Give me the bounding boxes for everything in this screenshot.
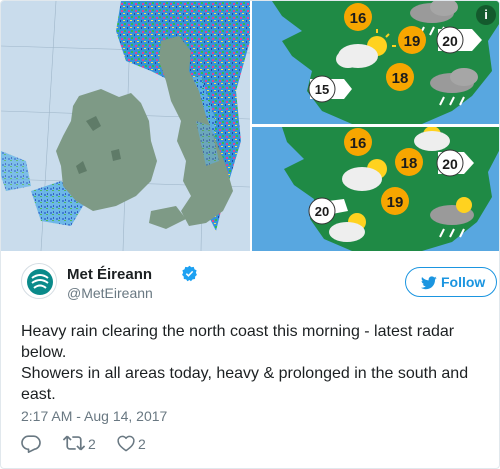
temperature-badge: 19 — [381, 187, 409, 215]
temperature-badge: 16 — [344, 3, 372, 31]
tweet-media[interactable]: 16 19 20 18 15 16 18 20 19 20 i — [1, 1, 500, 251]
like-button[interactable]: 2 — [117, 433, 157, 455]
tweet-card: 16 19 20 18 15 16 18 20 19 20 i Met Éire… — [0, 0, 500, 469]
forecast-map-image[interactable]: 16 19 20 18 15 — [252, 1, 500, 124]
author-handle[interactable]: @MetEireann — [67, 285, 153, 301]
tweet-text-line: Showers in all areas today, heavy & prol… — [21, 365, 469, 403]
svg-text:19: 19 — [387, 194, 404, 211]
like-count: 2 — [138, 436, 146, 452]
follow-button[interactable]: Follow — [405, 267, 497, 297]
tweet-header: Met Éireann @MetEireann Follow — [21, 263, 497, 303]
info-icon[interactable]: i — [476, 5, 496, 25]
svg-text:16: 16 — [350, 10, 367, 27]
reply-icon — [21, 435, 41, 453]
tweet-text: Heavy rain clearing the north coast this… — [21, 321, 483, 405]
temperature-badge: 19 — [398, 26, 426, 54]
author-name[interactable]: Met Éireann — [67, 266, 152, 283]
retweet-icon — [63, 435, 85, 451]
svg-text:16: 16 — [350, 135, 367, 152]
svg-text:20: 20 — [442, 156, 458, 172]
svg-text:19: 19 — [404, 33, 421, 50]
retweet-count: 2 — [88, 436, 96, 452]
forecast-map-image[interactable]: 16 18 20 19 20 — [252, 127, 500, 251]
temperature-badge: 16 — [344, 128, 372, 156]
avatar[interactable] — [21, 263, 57, 299]
svg-text:20: 20 — [315, 204, 329, 219]
svg-text:20: 20 — [442, 33, 458, 49]
svg-text:18: 18 — [392, 70, 409, 87]
twitter-bird-icon — [421, 276, 437, 290]
retweet-button[interactable]: 2 — [63, 433, 113, 455]
svg-text:15: 15 — [315, 82, 329, 97]
svg-text:18: 18 — [401, 155, 418, 172]
temperature-badge: 18 — [395, 148, 423, 176]
met-eireann-logo-icon — [23, 265, 56, 298]
heart-icon — [117, 435, 135, 452]
tweet-text-line: Heavy rain clearing the north coast this… — [21, 323, 455, 361]
reply-button[interactable] — [21, 433, 43, 455]
tweet-timestamp[interactable]: 2:17 AM - Aug 14, 2017 — [21, 408, 167, 424]
verified-badge-icon — [182, 265, 197, 282]
radar-map-image[interactable] — [1, 1, 250, 251]
temperature-badge: 18 — [386, 63, 414, 91]
follow-label: Follow — [441, 274, 486, 290]
